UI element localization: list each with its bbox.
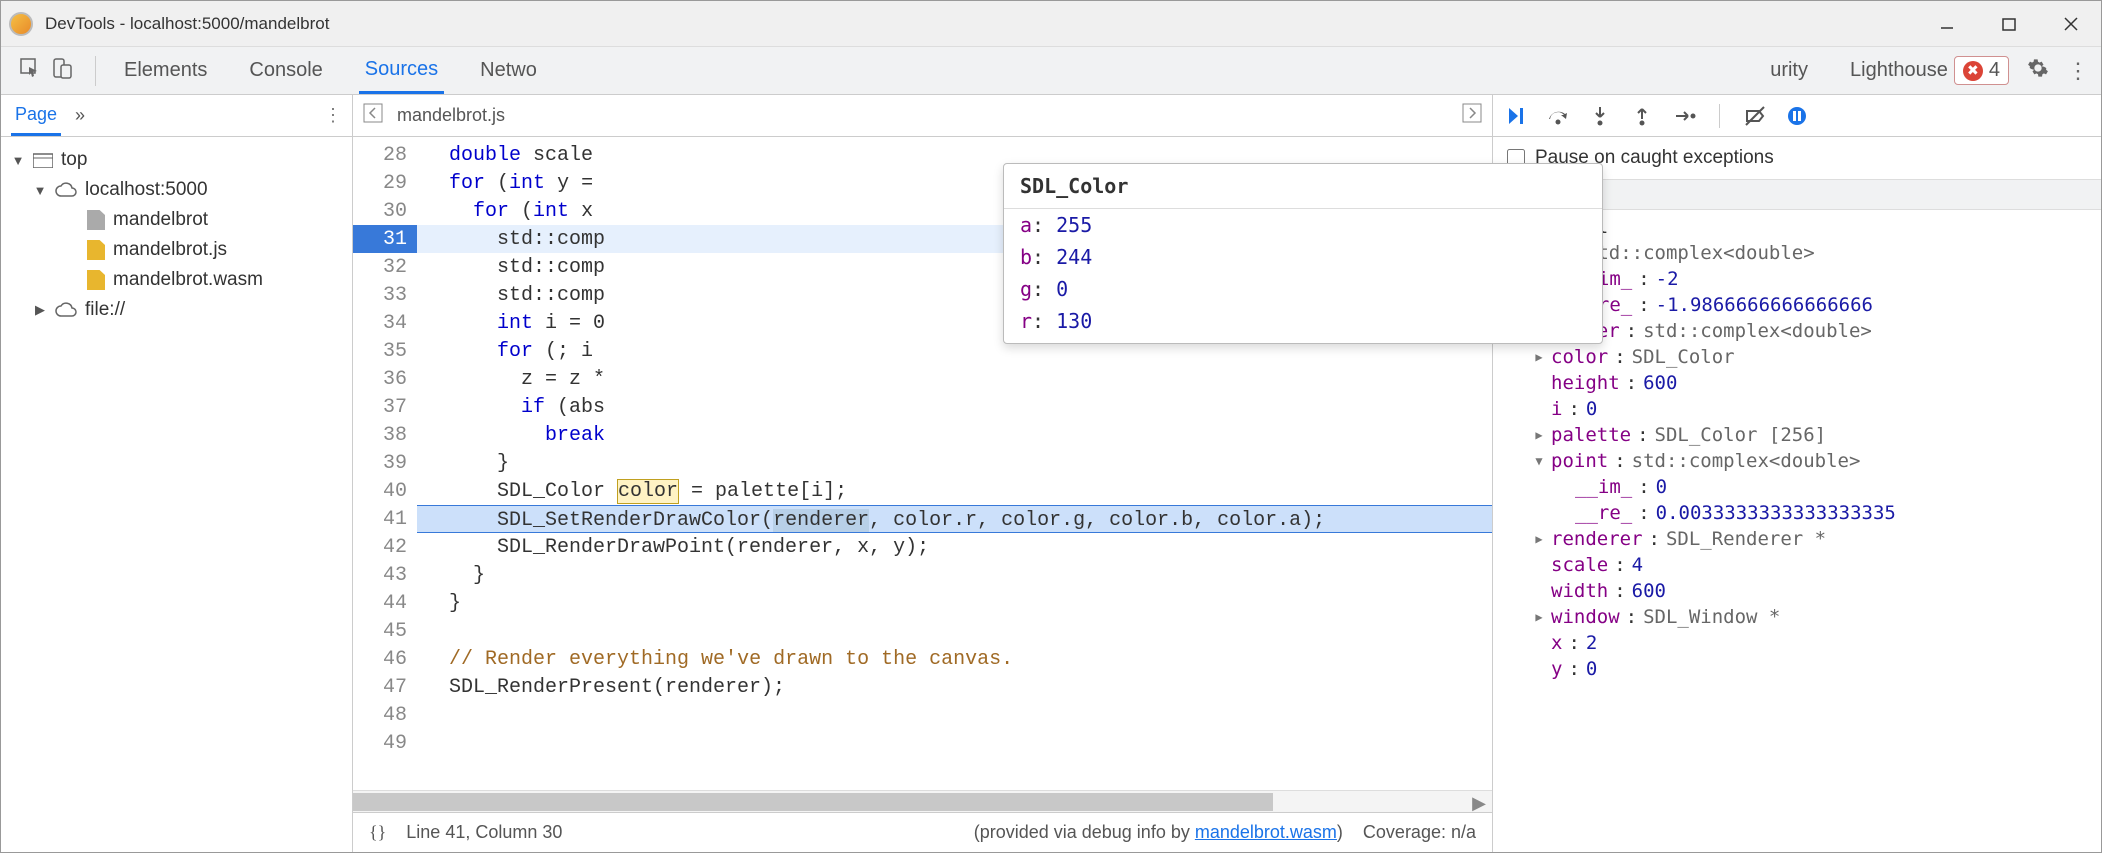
tab-security[interactable]: urity xyxy=(1764,49,1814,92)
navigator-header: Page » ⋮ xyxy=(1,95,352,137)
error-icon: ✖ xyxy=(1963,61,1983,81)
kebab-icon[interactable]: ⋮ xyxy=(2067,58,2089,84)
nav-back-icon[interactable] xyxy=(363,103,383,128)
panel-body: Page » ⋮ ▼ top ▼ localhost:5000 mandelbr… xyxy=(1,95,2101,852)
gutter[interactable]: 2829303132333435363738394041424344454647… xyxy=(353,137,417,790)
file-label: mandelbrot xyxy=(113,209,208,231)
file-icon xyxy=(87,210,105,230)
editor-pane: mandelbrot.js 28293031323334353637383940… xyxy=(353,95,1493,852)
panel-tabs: Elements Console Sources Netwo urity Lig… xyxy=(108,48,1954,94)
tree-file-scheme[interactable]: ▶ file:// xyxy=(1,295,352,325)
more-tabs-chevron[interactable]: » xyxy=(75,105,85,126)
titlebar: DevTools - localhost:5000/mandelbrot xyxy=(1,1,2101,47)
tree-file-scheme-label: file:// xyxy=(85,299,125,321)
tooltip-title: SDL_Color xyxy=(1004,164,1602,209)
cloud-icon xyxy=(55,182,77,198)
tree-top-label: top xyxy=(61,149,87,171)
cursor-position: Line 41, Column 30 xyxy=(406,822,562,843)
pretty-print-icon[interactable]: {} xyxy=(369,822,386,843)
tab-elements[interactable]: Elements xyxy=(118,49,213,92)
tab-console[interactable]: Console xyxy=(243,49,328,92)
window-title: DevTools - localhost:5000/mandelbrot xyxy=(45,14,1935,34)
deactivate-breakpoints-icon[interactable] xyxy=(1744,105,1766,127)
frame-icon xyxy=(33,152,53,168)
editor-statusbar: {} Line 41, Column 30 (provided via debu… xyxy=(353,812,1492,852)
provided-by: (provided via debug info by mandelbrot.w… xyxy=(974,822,1343,843)
file-label: mandelbrot.js xyxy=(113,239,227,261)
editor-tabbar: mandelbrot.js xyxy=(353,95,1492,137)
tab-sources[interactable]: Sources xyxy=(359,48,444,94)
page-tab[interactable]: Page xyxy=(11,96,61,136)
provided-link[interactable]: mandelbrot.wasm xyxy=(1195,822,1337,842)
error-count: 4 xyxy=(1989,59,2000,82)
tree-top[interactable]: ▼ top xyxy=(1,145,352,175)
tree-file-mandelbrot-js[interactable]: mandelbrot.js xyxy=(1,235,352,265)
tree-host[interactable]: ▼ localhost:5000 xyxy=(1,175,352,205)
current-execution-line: SDL_SetRenderDrawColor(renderer, color.r… xyxy=(417,505,1492,533)
file-label: mandelbrot.wasm xyxy=(113,269,263,291)
file-icon xyxy=(87,240,105,260)
file-icon xyxy=(87,270,105,290)
step-icon[interactable] xyxy=(1673,105,1695,127)
devtools-window: DevTools - localhost:5000/mandelbrot Ele… xyxy=(0,0,2102,853)
breakpoint-marker: 31 xyxy=(353,225,417,253)
device-icon[interactable] xyxy=(51,57,73,85)
nav-forward-icon[interactable] xyxy=(1462,103,1482,128)
inspect-icon[interactable] xyxy=(19,57,41,85)
editor-filename[interactable]: mandelbrot.js xyxy=(397,105,505,126)
horizontal-scrollbar[interactable]: ▶ xyxy=(353,790,1492,812)
devtools-icon xyxy=(9,12,33,36)
step-into-icon[interactable] xyxy=(1589,105,1611,127)
value-tooltip: SDL_Color a: 255 b: 244 g: 0 r: 130 xyxy=(1003,163,1603,344)
tab-lighthouse[interactable]: Lighthouse xyxy=(1844,49,1954,92)
hover-variable: color xyxy=(617,479,679,504)
navigator-menu-icon[interactable]: ⋮ xyxy=(324,105,342,126)
error-badge[interactable]: ✖ 4 xyxy=(1954,56,2009,85)
pause-on-exceptions-icon[interactable] xyxy=(1786,105,1808,127)
file-tree: ▼ top ▼ localhost:5000 mandelbrot mandel… xyxy=(1,137,352,333)
tree-file-mandelbrot[interactable]: mandelbrot xyxy=(1,205,352,235)
step-out-icon[interactable] xyxy=(1631,105,1653,127)
tree-host-label: localhost:5000 xyxy=(85,179,208,201)
main-toolbar: Elements Console Sources Netwo urity Lig… xyxy=(1,47,2101,95)
step-over-icon[interactable] xyxy=(1547,105,1569,127)
resume-icon[interactable] xyxy=(1505,105,1527,127)
window-controls xyxy=(1935,12,2083,36)
navigator-sidebar: Page » ⋮ ▼ top ▼ localhost:5000 mandelbr… xyxy=(1,95,353,852)
minimize-button[interactable] xyxy=(1935,12,1959,36)
separator xyxy=(95,56,96,86)
tree-file-mandelbrot-wasm[interactable]: mandelbrot.wasm xyxy=(1,265,352,295)
debugger-toolbar xyxy=(1493,95,2101,137)
maximize-button[interactable] xyxy=(1997,12,2021,36)
cloud-icon xyxy=(55,302,77,318)
coverage-info: Coverage: n/a xyxy=(1363,822,1476,843)
tab-network[interactable]: Netwo xyxy=(474,49,543,92)
close-button[interactable] xyxy=(2059,12,2083,36)
gear-icon[interactable] xyxy=(2027,57,2049,85)
